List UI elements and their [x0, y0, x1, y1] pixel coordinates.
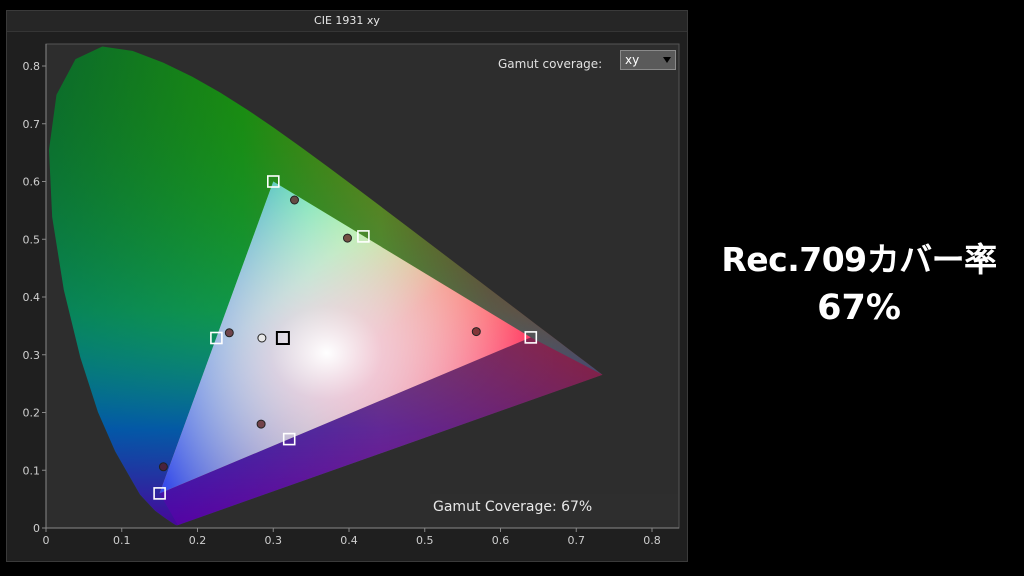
- y-tick-label: 0.3: [23, 349, 41, 362]
- x-tick-label: 0: [43, 534, 50, 547]
- x-tick-label: 0.1: [113, 534, 131, 547]
- measured-point-marker: [256, 419, 266, 429]
- y-tick-label: 0.4: [23, 291, 41, 304]
- headline-line-2: 67%: [817, 288, 901, 328]
- x-tick-label: 0.6: [492, 534, 510, 547]
- y-tick-label: 0.7: [23, 118, 41, 131]
- y-tick-label: 0.8: [23, 60, 41, 73]
- measured-point-marker: [257, 333, 267, 343]
- measured-point-marker: [158, 462, 168, 472]
- gamut-coverage-readout: Gamut Coverage: 67%: [430, 494, 678, 520]
- cie-chart-panel: CIE 1931 xy 0 0.1 0.2 0.3 0.4 0.5 0.6 0.…: [6, 10, 688, 562]
- headline: Rec.709カバー率 67%: [694, 236, 1024, 332]
- measured-point-marker: [471, 327, 481, 337]
- y-tick-label: 0.1: [23, 464, 41, 477]
- gamut-coverage-value: xy: [625, 53, 640, 67]
- measured-point-marker: [343, 233, 352, 243]
- cie-chart: 0 0.1 0.2 0.3 0.4 0.5 0.6 0.7 0.8 0 0.1 0.2 0.3 0.4 0.…: [23, 43, 680, 547]
- measured-point-marker: [290, 195, 299, 205]
- gamut-coverage-dropdown[interactable]: xy: [620, 50, 676, 70]
- headline-line-1: Rec.709カバー率: [721, 240, 997, 279]
- measured-point-marker: [224, 328, 234, 338]
- y-tick-label: 0.5: [23, 233, 41, 246]
- x-tick-label: 0.7: [568, 534, 586, 547]
- x-tick-label: 0.8: [643, 534, 661, 547]
- y-tick-label: 0: [33, 522, 40, 535]
- gamut-coverage-label: Gamut coverage:: [498, 57, 603, 71]
- x-tick-label: 0.3: [265, 534, 283, 547]
- y-tick-label: 0.6: [23, 176, 41, 189]
- x-tick-label: 0.4: [340, 534, 358, 547]
- chevron-down-icon: [663, 57, 671, 63]
- x-tick-label: 0.2: [189, 534, 207, 547]
- x-tick-label: 0.5: [416, 534, 434, 547]
- y-tick-label: 0.2: [23, 407, 41, 420]
